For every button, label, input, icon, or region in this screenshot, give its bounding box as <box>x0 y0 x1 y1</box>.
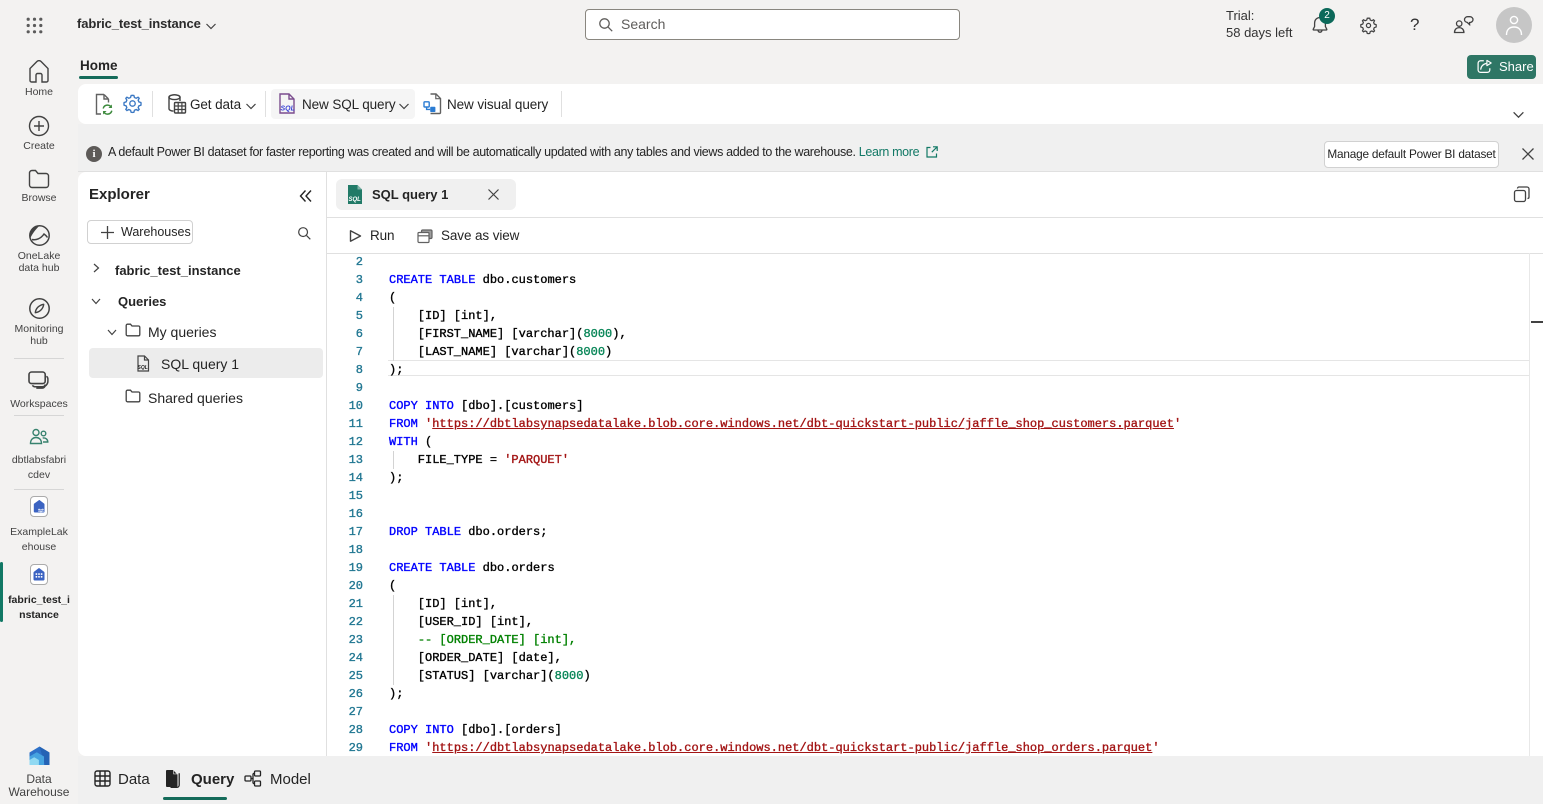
svg-text:SQL: SQL <box>281 106 295 113</box>
svg-text:SQL: SQL <box>138 365 148 371</box>
svg-text:SQL: SQL <box>349 197 362 203</box>
